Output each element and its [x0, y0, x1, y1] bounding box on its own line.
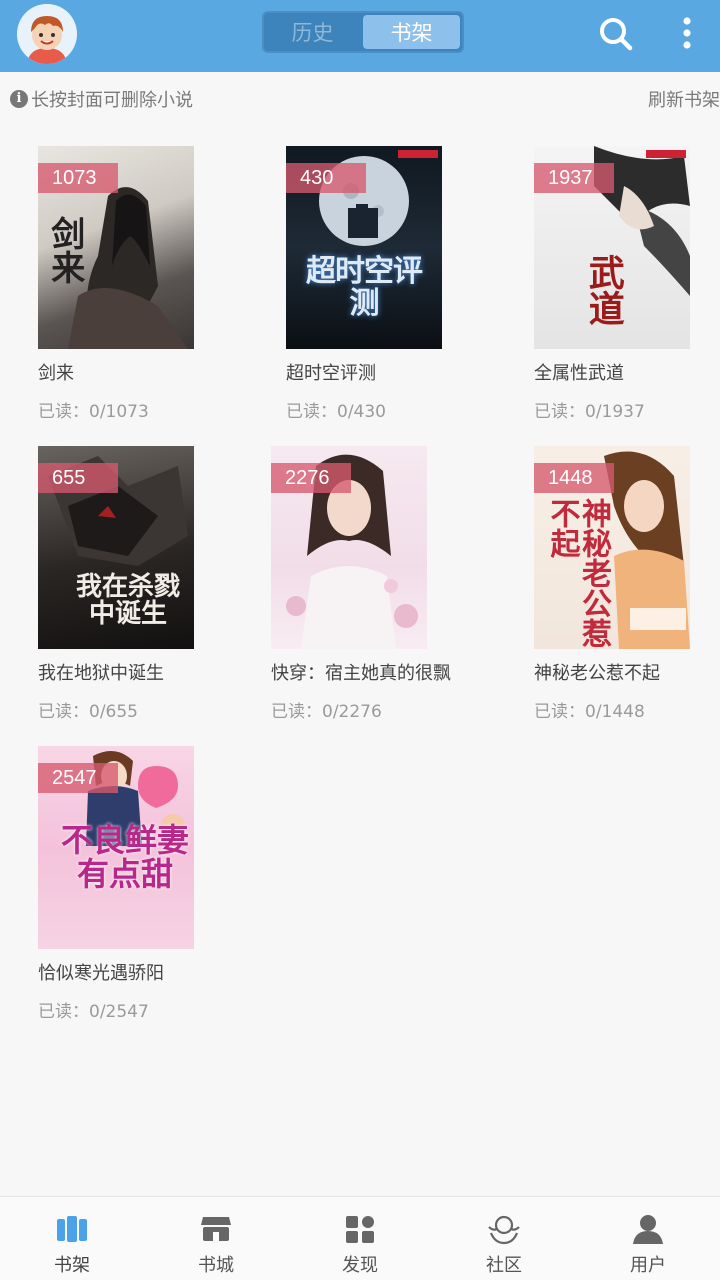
bookshelf-icon	[57, 1216, 87, 1242]
bottom-navigation: 书架 书城 发现 社区 用户	[0, 1196, 720, 1280]
chapter-count-badge: 2276	[271, 463, 351, 493]
user-icon	[633, 1215, 663, 1244]
read-progress: 已读：0/2547	[38, 1002, 149, 1022]
nav-label: 社区	[486, 1255, 522, 1276]
search-icon	[600, 18, 633, 51]
refresh-bookshelf-button[interactable]: 刷新书架	[648, 86, 720, 112]
tip-bar: i 长按封面可删除小说 刷新书架	[0, 86, 720, 120]
book-title: 恰似寒光遇骄阳	[38, 963, 164, 984]
chapter-count-badge: 1073	[38, 163, 118, 193]
top-bar: 历史 书架	[0, 0, 720, 72]
chapter-count-badge: 430	[286, 163, 366, 193]
nav-store[interactable]: 书城	[144, 1197, 288, 1280]
book-item[interactable]: 武道 1937 全属性武道 已读：0/1937	[534, 146, 704, 422]
nav-community[interactable]: 社区	[432, 1197, 576, 1280]
book-item[interactable]: 剑来 1073 剑来 已读：0/1073	[38, 146, 208, 422]
chapter-count-badge: 2547	[38, 763, 118, 793]
read-progress: 已读：0/1937	[534, 402, 645, 422]
book-cover[interactable]: 我在杀戮中诞生 655	[38, 446, 194, 649]
book-title: 我在地狱中诞生	[38, 663, 164, 684]
history-bookshelf-switch: 历史 书架	[262, 11, 464, 53]
community-icon	[488, 1215, 520, 1245]
delete-tip-text: 长按封面可删除小说	[31, 90, 193, 111]
book-title: 超时空评测	[286, 363, 376, 384]
book-title: 全属性武道	[534, 363, 624, 384]
avatar-icon	[17, 4, 77, 64]
more-vertical-icon	[683, 17, 691, 49]
book-title: 快穿：宿主她真的很飘	[271, 663, 451, 684]
nav-user[interactable]: 用户	[576, 1197, 720, 1280]
nav-label: 书城	[198, 1255, 234, 1276]
discover-icon	[346, 1216, 374, 1243]
book-item[interactable]: 2276 快穿：宿主她真的很飘 已读：0/2276	[271, 446, 471, 722]
read-progress: 已读：0/1073	[38, 402, 149, 422]
avatar[interactable]	[17, 4, 77, 64]
book-cover[interactable]: 2276	[271, 446, 427, 649]
cover-title: 我在杀戮中诞生	[75, 572, 180, 630]
read-progress: 已读：0/430	[286, 402, 386, 422]
nav-discover[interactable]: 发现	[288, 1197, 432, 1280]
search-button[interactable]	[596, 14, 636, 54]
book-cover[interactable]: 剑来 1073	[38, 146, 194, 349]
chapter-count-badge: 1448	[534, 463, 614, 493]
book-item[interactable]: 我在杀戮中诞生 655 我在地狱中诞生 已读：0/655	[38, 446, 208, 722]
cover-title: 不良鲜妻有点甜	[60, 821, 189, 893]
tab-bookshelf[interactable]: 书架	[363, 15, 460, 49]
book-item[interactable]: 神秘老公惹不起 1448 神秘老公惹不起 已读：0/1448	[534, 446, 704, 722]
book-item[interactable]: 超时空评测 430 超时空评测 已读：0/430	[286, 146, 456, 422]
tab-history[interactable]: 历史	[264, 13, 361, 51]
chapter-count-badge: 1937	[534, 163, 614, 193]
nav-bookshelf[interactable]: 书架	[0, 1197, 144, 1280]
book-item[interactable]: 不良鲜妻有点甜 2547 恰似寒光遇骄阳 已读：0/2547	[38, 746, 208, 1022]
book-cover[interactable]: 超时空评测 430	[286, 146, 442, 349]
info-icon: i	[10, 90, 28, 108]
more-menu-button[interactable]	[672, 14, 702, 54]
book-cover[interactable]: 不良鲜妻有点甜 2547	[38, 746, 194, 949]
cover-title: 武道	[582, 254, 625, 326]
nav-label: 发现	[342, 1255, 378, 1276]
nav-label: 用户	[630, 1255, 666, 1276]
cover-title: 剑来	[44, 216, 85, 284]
chapter-count-badge: 655	[38, 463, 118, 493]
store-icon	[201, 1217, 231, 1241]
book-cover[interactable]: 武道 1937	[534, 146, 690, 349]
nav-label: 书架	[54, 1255, 90, 1276]
read-progress: 已读：0/1448	[534, 702, 645, 722]
book-title: 神秘老公惹不起	[534, 663, 660, 684]
book-cover[interactable]: 神秘老公惹不起 1448	[534, 446, 690, 649]
read-progress: 已读：0/655	[38, 702, 138, 722]
read-progress: 已读：0/2276	[271, 702, 382, 722]
cover-title: 超时空评测	[306, 254, 423, 321]
cover-title: 神秘老公惹不起	[544, 498, 612, 648]
book-title: 剑来	[38, 363, 74, 384]
delete-tip: i 长按封面可删除小说	[10, 86, 193, 112]
